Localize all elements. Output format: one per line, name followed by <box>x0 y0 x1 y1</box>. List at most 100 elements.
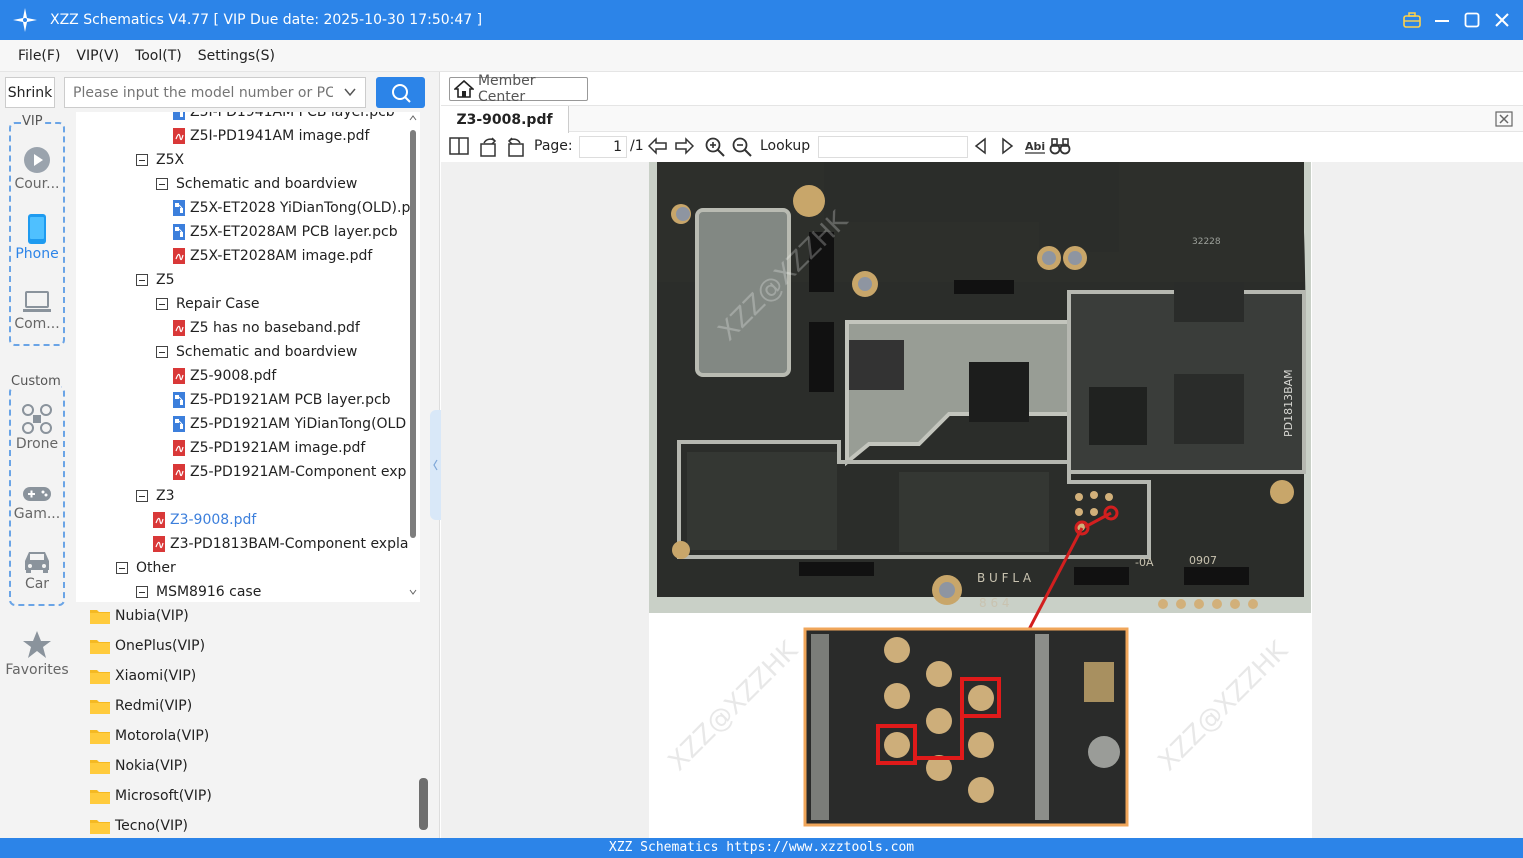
category-label: Cour... <box>14 176 60 192</box>
collapse-icon[interactable] <box>116 562 128 574</box>
briefcase-icon[interactable] <box>1403 11 1421 29</box>
tree-file[interactable]: Z5X-ET2028AM PCB layer.pcb <box>172 220 398 244</box>
collapse-icon[interactable] <box>136 490 148 502</box>
category-drone[interactable]: Drone <box>0 402 74 452</box>
tree-file[interactable]: Z5X-ET2028 YiDianTong(OLD).p <box>172 196 410 220</box>
close-tabs-icon[interactable] <box>1495 111 1513 131</box>
pdf-file-icon <box>172 440 186 456</box>
brand-folder[interactable]: Nubia(VIP) <box>89 604 189 628</box>
search-input[interactable] <box>73 84 333 101</box>
tree-file[interactable]: Z5-PD1921AM image.pdf <box>172 436 365 460</box>
collapse-icon[interactable] <box>156 178 168 190</box>
category-computer[interactable]: Com... <box>0 282 74 332</box>
rotate-right-icon[interactable] <box>505 137 525 157</box>
previous-page-icon[interactable] <box>648 137 668 155</box>
tree-node[interactable]: Z3 <box>136 484 175 508</box>
tree-node[interactable]: Other <box>116 556 176 580</box>
tree-file[interactable]: Z5-PD1921AM-Component exp <box>172 460 406 484</box>
collapse-icon[interactable] <box>136 586 148 598</box>
tree-node[interactable]: Schematic and boardview <box>156 172 357 196</box>
page-canvas[interactable]: PD1813BAM 32228 B U F L A 8 6 4 -0A 0907 <box>441 162 1523 838</box>
tree-file[interactable]: Z5X-ET2028AM image.pdf <box>172 244 372 268</box>
zoom-out-icon[interactable] <box>732 137 752 157</box>
tree-file[interactable]: Z5-PD1921AM PCB layer.pcb <box>172 388 391 412</box>
window-title: XZZ Schematics V4.77 [ VIP Due date: 202… <box>50 12 483 28</box>
tree-node[interactable]: MSM8916 case <box>136 580 261 602</box>
folder-label: Motorola(VIP) <box>115 728 210 744</box>
vip-group-label: VIP <box>22 114 43 129</box>
zoom-in-icon[interactable] <box>705 137 725 157</box>
tree-label: Other <box>136 560 176 576</box>
tree-node[interactable]: Z5 <box>136 268 175 292</box>
search-button[interactable] <box>376 77 425 108</box>
tree-scrollbar[interactable] <box>408 112 418 602</box>
tree-node[interactable]: Schematic and boardview <box>156 340 357 364</box>
member-center-label: Member Center <box>477 73 536 105</box>
match-case-icon[interactable]: Abi <box>1024 137 1046 155</box>
tree-label: Z5-PD1921AM image.pdf <box>190 440 366 456</box>
menu-settings[interactable]: Settings(S) <box>198 48 275 64</box>
pdf-file-icon <box>152 536 166 552</box>
category-label: Phone <box>15 246 59 262</box>
brand-folder[interactable]: Motorola(VIP) <box>89 724 209 748</box>
member-center-button[interactable]: Member Center <box>449 73 588 105</box>
brand-folder[interactable]: Xiaomi(VIP) <box>89 664 196 688</box>
tree-node[interactable]: Repair Case <box>156 292 260 316</box>
pcb-file-icon <box>172 416 186 432</box>
pdf-file-icon <box>172 464 186 480</box>
folder-label: Tecno(VIP) <box>115 818 188 834</box>
tab-document[interactable]: Z3-9008.pdf <box>441 106 569 133</box>
menu-tool[interactable]: Tool(T) <box>135 48 182 64</box>
folder-icon <box>90 730 110 744</box>
tree-file[interactable]: Z5-PD1921AM YiDianTong(OLD <box>172 412 406 436</box>
tree-file[interactable]: Z5-9008.pdf <box>172 364 276 388</box>
brand-folder[interactable]: Tecno(VIP) <box>89 814 188 838</box>
home-icon <box>454 80 474 98</box>
brand-folder[interactable]: Redmi(VIP) <box>89 694 192 718</box>
brand-folder[interactable]: Microsoft(VIP) <box>89 784 212 808</box>
sidebar-toggle-icon[interactable] <box>449 137 469 155</box>
tree-file[interactable]: Z3-9008.pdf <box>152 508 256 532</box>
favorites-button[interactable]: Favorites <box>0 628 74 678</box>
maximize-icon[interactable] <box>1463 11 1481 29</box>
menu-vip[interactable]: VIP(V) <box>76 48 119 64</box>
menu-file[interactable]: File(F) <box>18 48 60 64</box>
search-icon <box>391 83 411 103</box>
brand-folder[interactable]: Nokia(VIP) <box>89 754 188 778</box>
tree-file[interactable]: Z5I-PD1941AM image.pdf <box>172 124 369 148</box>
page-number-input[interactable]: 1 <box>579 136 627 158</box>
brand-folder[interactable]: OnePlus(VIP) <box>89 634 205 658</box>
category-phone[interactable]: Phone <box>0 212 74 262</box>
tree-file[interactable]: Z3-PD1813BAM-Component expla <box>152 532 408 556</box>
shrink-button[interactable]: Shrink <box>5 77 55 108</box>
folder-scrollbar[interactable] <box>419 778 428 830</box>
find-previous-icon[interactable] <box>973 137 989 155</box>
collapse-icon[interactable] <box>156 346 168 358</box>
close-icon[interactable] <box>1493 11 1511 29</box>
lookup-input[interactable] <box>818 136 968 158</box>
favorites-label: Favorites <box>5 662 69 678</box>
find-next-icon[interactable] <box>999 137 1015 155</box>
custom-group-label: Custom <box>11 374 61 389</box>
search-field[interactable] <box>64 77 366 108</box>
rotate-left-icon[interactable] <box>479 137 499 157</box>
pcb-file-icon <box>172 200 186 216</box>
next-page-icon[interactable] <box>674 137 694 155</box>
minimize-icon[interactable] <box>1433 11 1451 29</box>
chevron-down-icon[interactable] <box>343 85 357 103</box>
tree-file[interactable]: Z5 has no baseband.pdf <box>172 316 360 340</box>
tree-label: MSM8916 case <box>156 584 262 600</box>
pdf-page: PD1813BAM 32228 B U F L A 8 6 4 -0A 0907 <box>649 162 1312 838</box>
panel-collapse-handle[interactable] <box>430 410 441 520</box>
binoculars-icon[interactable] <box>1049 137 1071 155</box>
tree-label: Z5X <box>156 152 185 168</box>
tree-node[interactable]: Z5X <box>136 148 184 172</box>
page-total: /1 <box>630 138 644 154</box>
category-car[interactable]: Car <box>0 542 74 592</box>
collapse-icon[interactable] <box>136 274 148 286</box>
collapse-icon[interactable] <box>156 298 168 310</box>
category-game[interactable]: Gam... <box>0 472 74 522</box>
collapse-icon[interactable] <box>136 154 148 166</box>
category-courses[interactable]: Cour... <box>0 142 74 192</box>
tree-file[interactable]: Z5I-PD1941AM PCB layer.pcb <box>172 112 395 124</box>
